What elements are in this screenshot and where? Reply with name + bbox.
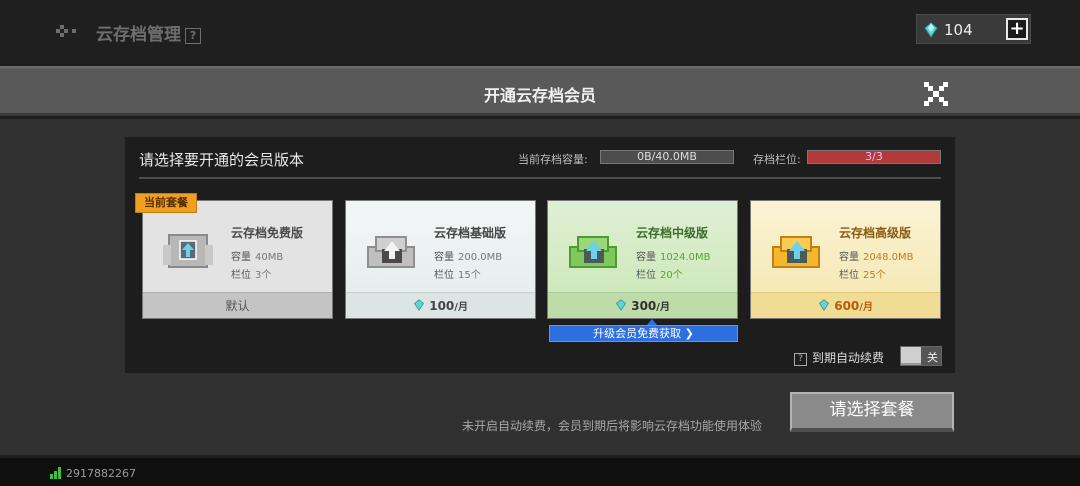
plan-card-premium[interactable]: 云存档高级版 容量 2048.0MB 栏位 25个 600/月 — [750, 200, 941, 319]
plan-capacity: 容量 2048.0MB — [839, 248, 913, 263]
page-title: 云存档管理? — [96, 20, 201, 45]
modal-header: 开通云存档会员 — [0, 66, 1080, 116]
plan-card-basic[interactable]: 云存档基础版 容量 200.0MB 栏位 15个 100/月 — [345, 200, 536, 319]
back-arrow-icon[interactable] — [56, 21, 78, 41]
capacity-bar: 0B/40.0MB — [600, 150, 734, 164]
price-value: 100 — [429, 299, 455, 313]
plan-capacity: 容量 1024.0MB — [636, 248, 710, 263]
diamond-icon — [819, 299, 830, 311]
slots-label: 栏位 — [839, 270, 859, 281]
current-plan-badge: 当前套餐 — [135, 193, 197, 213]
capacity-value: 40MB — [255, 252, 284, 263]
capacity-label: 当前存档容量: — [518, 153, 588, 166]
plan-capacity: 容量 200.0MB — [434, 248, 502, 263]
cloud-upload-icon — [367, 236, 415, 268]
slots-value: 25个 — [863, 270, 886, 281]
modal-title: 开通云存档会员 — [483, 86, 596, 105]
add-diamond-button[interactable]: + — [1006, 18, 1028, 40]
slots-value: 20个 — [660, 270, 683, 281]
top-bar: 云存档管理? 104 + — [0, 0, 1080, 62]
price-unit: /月 — [656, 302, 670, 313]
auto-renew-notice: 未开启自动续费，会员到期后将影响云存档功能使用体验 — [462, 419, 763, 433]
plan-price: 300/月 — [548, 292, 737, 318]
diamond-balance: 104 + — [916, 14, 1031, 44]
plan-name: 云存档高级版 — [839, 226, 912, 240]
capacity-label: 容量 — [636, 252, 656, 263]
slots-label: 栏位 — [636, 270, 656, 281]
plan-card-free[interactable]: 云存档免费版 容量 40MB 栏位 3个 默认 — [142, 200, 333, 319]
toggle-state: 关 — [927, 351, 938, 364]
slots-value: 15个 — [458, 270, 481, 281]
help-icon[interactable]: ? — [185, 28, 201, 44]
diamond-icon — [616, 299, 627, 311]
capacity-label: 容量 — [231, 252, 251, 263]
plan-slots: 栏位 20个 — [636, 266, 683, 281]
slots-value: 3个 — [255, 270, 272, 281]
plan-slots: 栏位 25个 — [839, 266, 886, 281]
cloud-upload-icon — [772, 236, 820, 268]
plan-slots: 栏位 3个 — [231, 266, 271, 281]
plan-panel: 请选择要开通的会员版本 当前存档容量: 0B/40.0MB 存档栏位: 3/3 … — [125, 137, 955, 373]
slots-label: 栏位 — [434, 270, 454, 281]
toggle-knob — [901, 347, 921, 365]
slots-label: 存档栏位: — [753, 153, 801, 166]
plan-capacity: 容量 40MB — [231, 248, 283, 263]
diamond-icon — [414, 299, 425, 311]
auto-renew-text: 到期自动续费 — [812, 351, 885, 365]
price-value: 300 — [631, 299, 657, 313]
plan-price: 100/月 — [346, 292, 535, 318]
plan-price: 600/月 — [751, 292, 940, 318]
close-icon[interactable] — [924, 82, 948, 106]
status-bar: 2917882267 — [0, 458, 1080, 486]
capacity-value: 1024.0MB — [660, 252, 711, 263]
slots-label: 栏位 — [231, 270, 251, 281]
cloud-upload-icon — [163, 234, 213, 268]
diamond-icon — [924, 22, 938, 38]
user-id: 2917882267 — [66, 467, 136, 480]
diamond-amount: 104 — [944, 21, 973, 39]
capacity-value: 200.0MB — [458, 252, 503, 263]
signal-icon — [50, 467, 61, 479]
plan-default-label: 默认 — [143, 292, 332, 318]
plan-slots: 栏位 15个 — [434, 266, 481, 281]
auto-renew-label: ? 到期自动续费 — [794, 349, 884, 366]
price-value: 600 — [834, 299, 860, 313]
plan-name: 云存档免费版 — [231, 226, 304, 240]
price-unit: /月 — [859, 302, 873, 313]
plan-name: 云存档基础版 — [434, 226, 507, 240]
select-plan-button[interactable]: 请选择套餐 — [790, 392, 954, 432]
price-unit: /月 — [454, 302, 468, 313]
plan-card-mid[interactable]: 云存档中级版 容量 1024.0MB 栏位 20个 300/月 — [547, 200, 738, 319]
help-icon[interactable]: ? — [794, 353, 807, 366]
slots-bar: 3/3 — [807, 150, 941, 164]
capacity-label: 容量 — [434, 252, 454, 263]
upgrade-promo-button[interactable]: 升级会员免费获取 ❯ — [549, 325, 738, 342]
capacity-value: 2048.0MB — [863, 252, 914, 263]
divider — [139, 177, 941, 179]
plan-name: 云存档中级版 — [636, 226, 709, 240]
panel-title: 请选择要开通的会员版本 — [139, 151, 305, 169]
auto-renew-toggle[interactable]: 关 — [900, 346, 942, 366]
page-title-text: 云存档管理 — [96, 25, 181, 45]
cloud-upload-icon — [569, 236, 617, 268]
capacity-label: 容量 — [839, 252, 859, 263]
